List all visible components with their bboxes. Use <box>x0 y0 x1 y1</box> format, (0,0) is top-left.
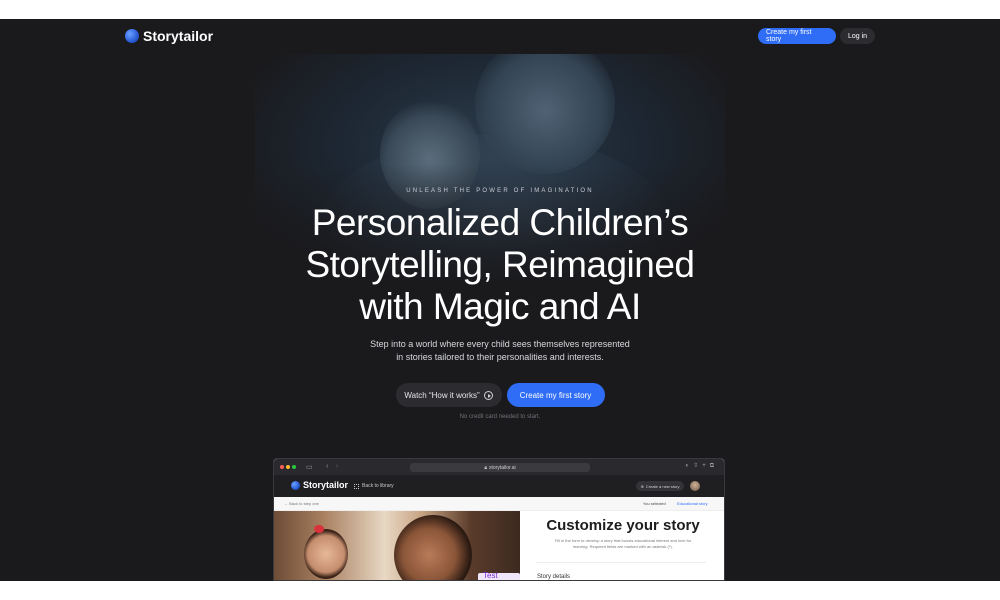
watch-label: Watch “How it works” <box>404 390 480 400</box>
globe-logo-icon <box>291 480 300 490</box>
create-new-story-button: ⊕ Create a new story <box>636 481 684 491</box>
address-bar: 🔒︎ storytailor.ai <box>410 463 590 472</box>
browser-chrome: ▭ ‹ › 🔒︎ storytailor.ai ◐⇧+⧉ <box>274 459 724 475</box>
story-details-heading: Story details <box>537 574 571 580</box>
hero-headline: Personalized Children’s Storytelling, Re… <box>0 202 1000 328</box>
back-to-step-one: ← Back to step one <box>284 501 319 506</box>
plus-icon: ⊕ <box>640 483 644 489</box>
headline-line-3: with Magic and AI <box>359 286 641 327</box>
create-first-story-nav-button[interactable]: Create my first story <box>758 28 836 44</box>
lock-icon: 🔒︎ <box>484 464 487 471</box>
family-photo: Test Mode <box>274 511 520 580</box>
customize-form: Customize your story Fill in the form to… <box>520 511 724 580</box>
landing-page: Storytailor Create my first story Log in… <box>0 19 1000 581</box>
brand-name: Storytailor <box>143 28 214 44</box>
globe-logo-icon <box>125 29 139 43</box>
photo-girl <box>304 529 348 579</box>
app-logo: Storytailor <box>291 480 348 490</box>
headline-line-1: Personalized Children’s <box>311 202 689 243</box>
close-dot-icon <box>280 465 284 469</box>
grid-icon <box>354 483 359 489</box>
create-first-story-button[interactable]: Create my first story <box>506 383 605 407</box>
url-text: storytailor.ai <box>488 464 516 471</box>
subtitle-line-2: in stories tailored to their personaliti… <box>396 352 604 362</box>
subtitle-line-1: Step into a world where every child sees… <box>370 339 630 349</box>
headline-line-2: Storytelling, Reimagined <box>305 244 695 285</box>
test-mode-badge: Test Mode <box>478 571 520 580</box>
brand-logo[interactable]: Storytailor <box>125 28 213 44</box>
back-arrow-icon: ‹ <box>326 463 329 470</box>
app-preview-window: ▭ ‹ › 🔒︎ storytailor.ai ◐⇧+⧉ Storytailor… <box>273 458 725 581</box>
photo-mother <box>394 515 472 580</box>
forward-arrow-icon: › <box>336 463 339 470</box>
app-name: Storytailor <box>303 480 349 490</box>
maximize-dot-icon <box>292 465 296 469</box>
form-description: Fill in the form to develop a story that… <box>554 538 692 549</box>
play-icon <box>483 390 493 400</box>
back-to-library-label: Back to library <box>362 483 394 489</box>
preview-content: ← Back to step one You selected Educatio… <box>274 497 724 580</box>
selected-story-type: Educational story <box>677 501 708 506</box>
preview-breadcrumb: ← Back to step one You selected Educatio… <box>274 497 724 511</box>
minimize-dot-icon <box>286 465 290 469</box>
watch-how-it-works-button[interactable]: Watch “How it works” <box>395 383 502 407</box>
hero-eyebrow: UNLEASH THE POWER OF IMAGINATION <box>406 188 594 194</box>
avatar <box>690 481 700 491</box>
sidebar-icon: ▭ <box>306 464 313 471</box>
top-nav: Storytailor Create my first story Log in <box>0 19 1000 55</box>
you-selected-label: You selected <box>643 501 666 506</box>
hero-subtitle: Step into a world where every child sees… <box>0 338 1000 364</box>
create-new-story-label: Create a new story <box>645 483 680 489</box>
back-to-library-link: Back to library <box>354 483 394 489</box>
photo-flower <box>314 525 324 533</box>
app-header: Storytailor Back to library ⊕ Create a n… <box>274 475 724 497</box>
form-divider <box>536 562 706 563</box>
browser-tools-icons: ◐⇧+⧉ <box>685 463 718 469</box>
hero-actions: Watch “How it works” Create my first sto… <box>0 383 1000 407</box>
login-button[interactable]: Log in <box>840 28 875 44</box>
no-credit-card-note: No credit card needed to start. <box>459 414 541 420</box>
form-title: Customize your story <box>546 517 700 534</box>
